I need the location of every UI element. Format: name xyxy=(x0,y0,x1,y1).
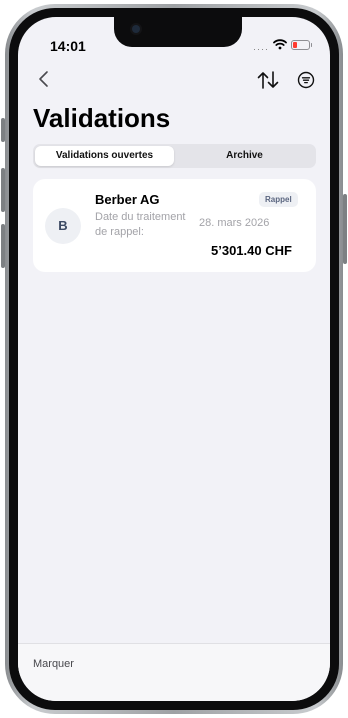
notch xyxy=(114,17,242,47)
validation-card[interactable]: B Berber AG Rappel Date du traitement de… xyxy=(33,179,316,272)
sort-arrows-icon[interactable] xyxy=(256,70,280,90)
volume-up-button xyxy=(1,168,5,212)
battery-level xyxy=(293,42,297,48)
cellular-signal-icon: ···· xyxy=(253,44,269,54)
tab-archive[interactable]: Archive xyxy=(175,146,314,166)
phone-frame: 14:01 ···· Validations Validations ouver… xyxy=(1,4,347,714)
wifi-icon xyxy=(273,39,287,50)
volume-down-button xyxy=(1,224,5,268)
power-button xyxy=(343,194,347,264)
tab-open-validations[interactable]: Validations ouvertes xyxy=(35,146,174,166)
amount: 5’301.40 CHF xyxy=(211,243,292,258)
page-title: Validations xyxy=(33,103,171,133)
bottom-bar: Marquer xyxy=(18,643,330,701)
reminder-date-label: Date du traitement de rappel: xyxy=(95,211,186,238)
tab-segmented-control: Validations ouvertes Archive xyxy=(33,144,316,168)
front-camera xyxy=(132,25,140,33)
status-time: 14:01 xyxy=(50,38,86,54)
mark-button[interactable]: Marquer xyxy=(33,658,74,670)
battery-icon xyxy=(291,40,312,50)
status-indicators: ···· xyxy=(253,37,317,54)
phone-bezel: 14:01 ···· Validations Validations ouver… xyxy=(9,8,339,710)
company-name: Berber AG xyxy=(95,192,160,207)
screen: 14:01 ···· Validations Validations ouver… xyxy=(18,17,330,701)
reminder-date: 28. mars 2026 xyxy=(199,217,270,229)
avatar: B xyxy=(45,208,81,244)
filter-icon[interactable] xyxy=(297,71,315,89)
mute-switch xyxy=(1,118,5,142)
status-badge: Rappel xyxy=(259,192,298,207)
chevron-left-icon[interactable] xyxy=(36,69,52,89)
